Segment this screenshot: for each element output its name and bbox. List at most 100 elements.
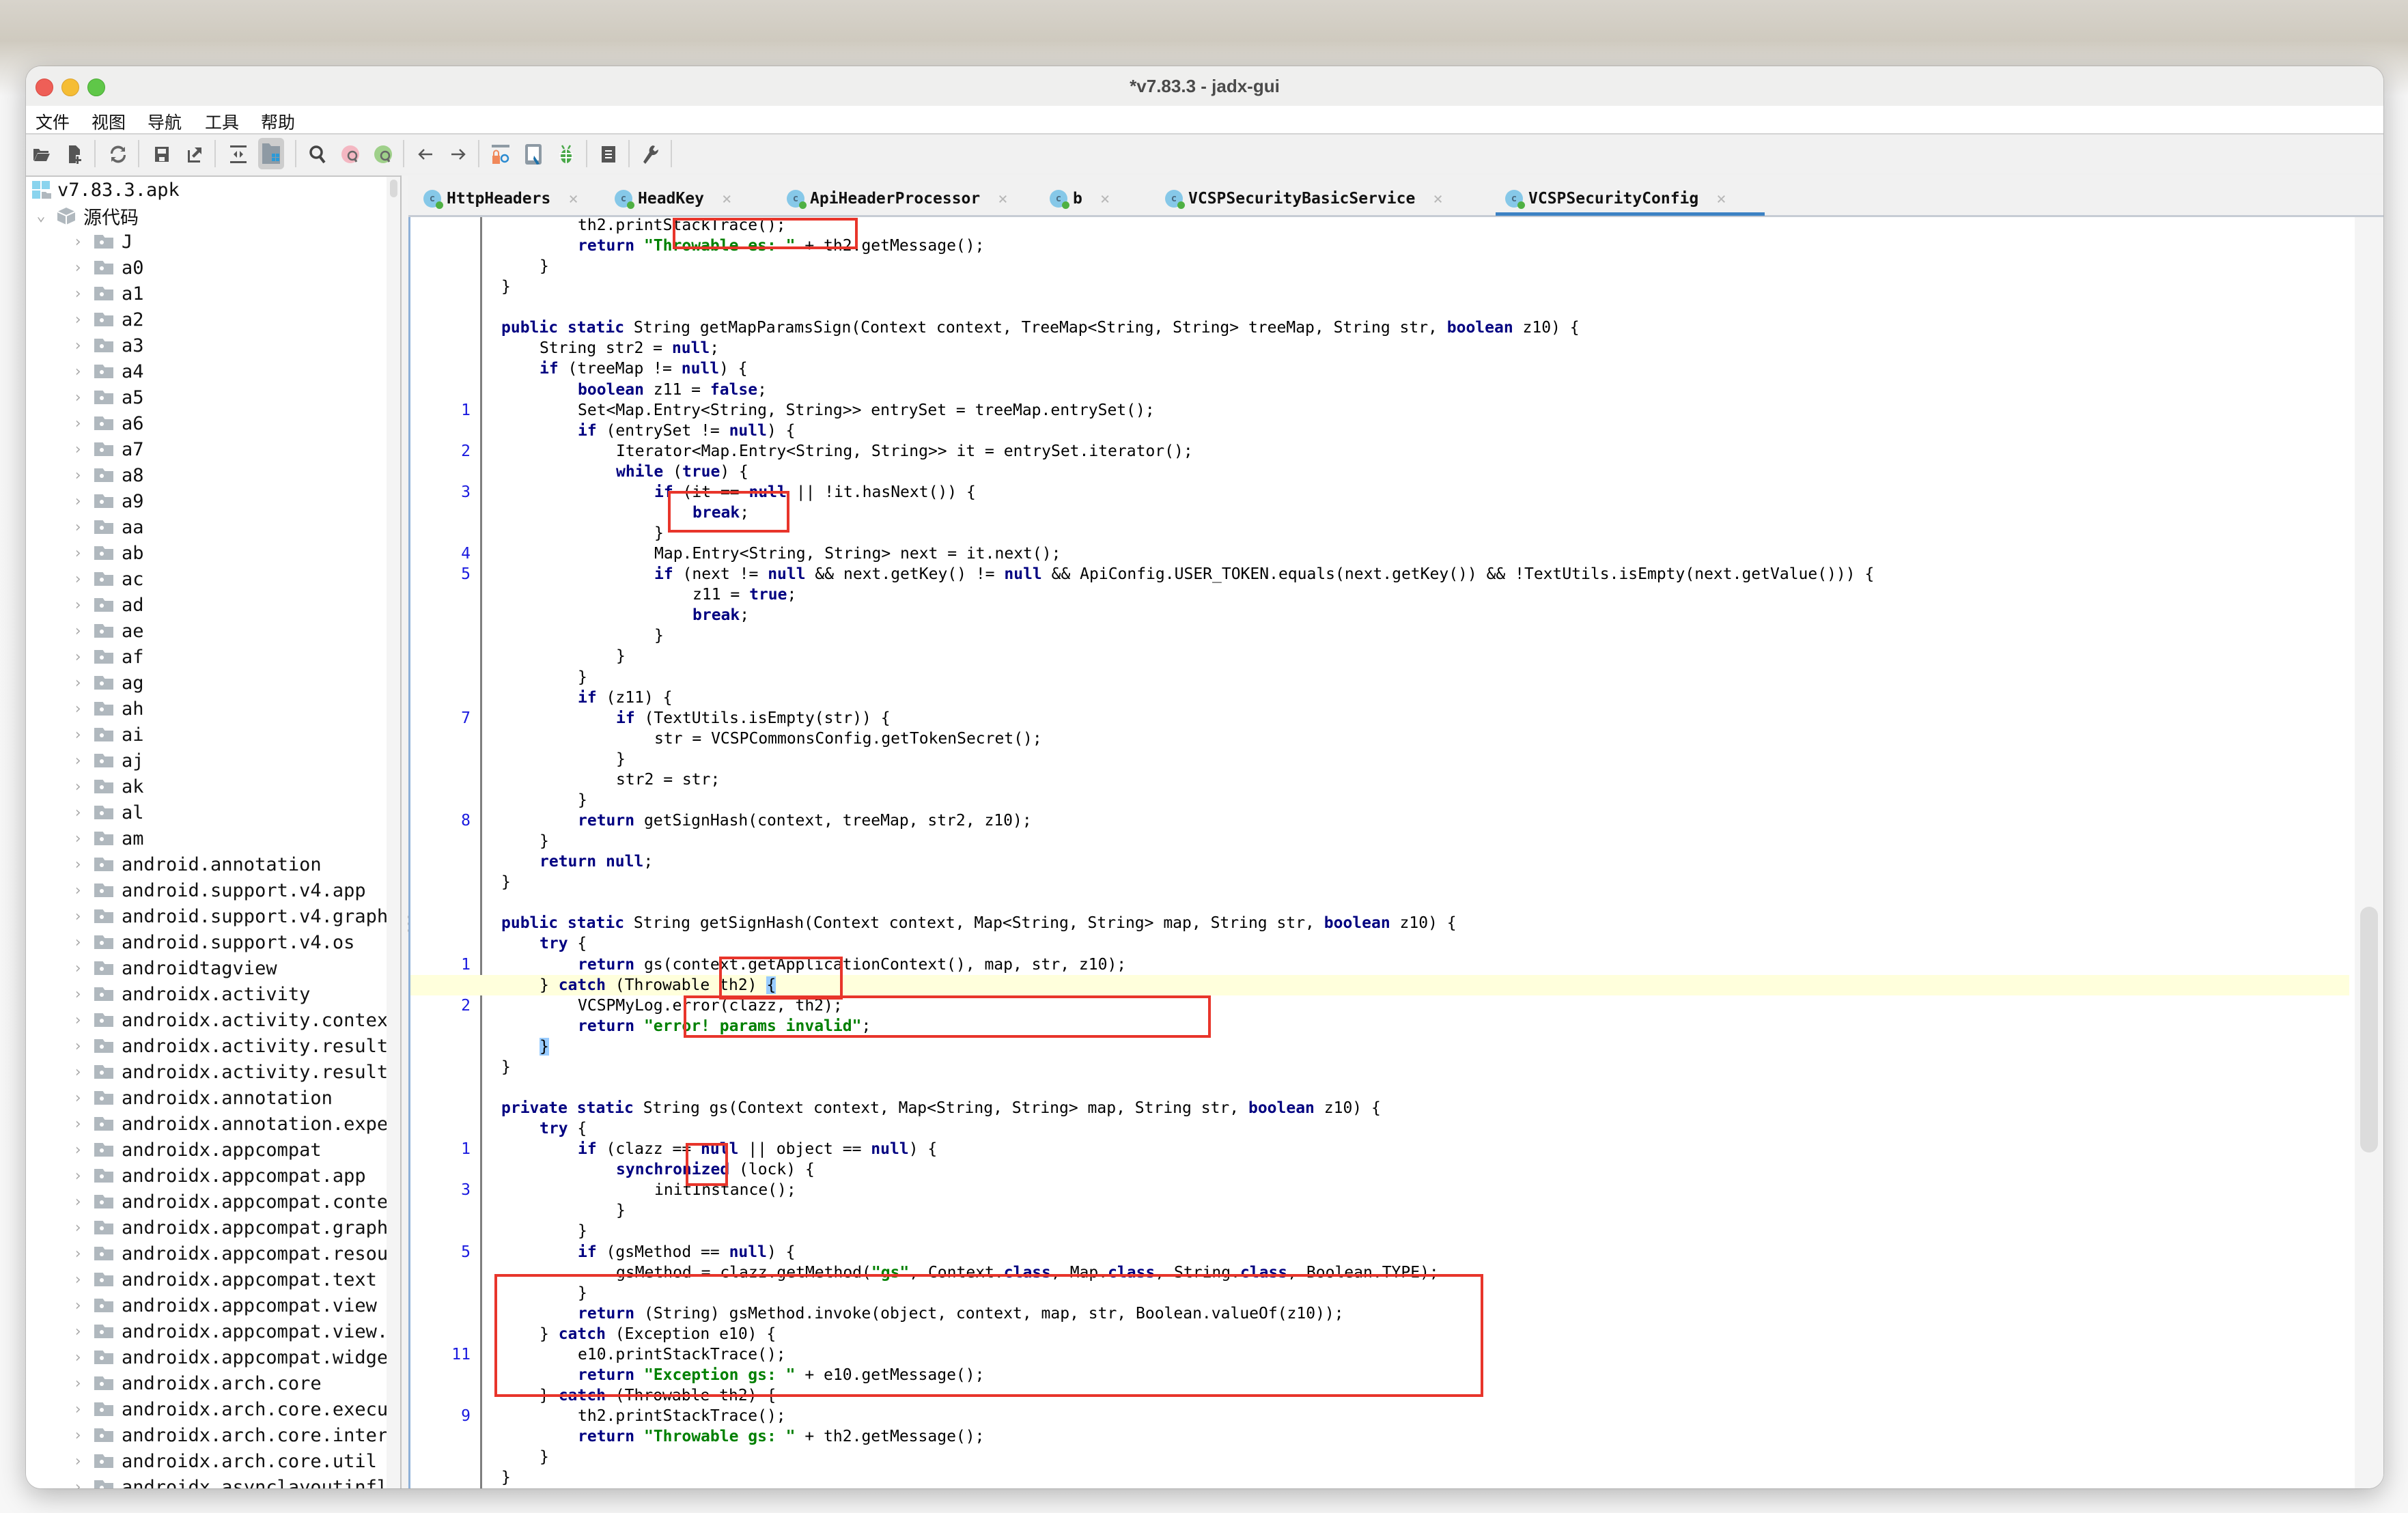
code-line[interactable]: 3 if (it == null || !it.hasNext()) { bbox=[410, 482, 2349, 503]
code-line[interactable]: } bbox=[410, 749, 2349, 769]
code-line[interactable]: } bbox=[410, 1057, 2349, 1077]
tree-scrollbar[interactable] bbox=[387, 177, 400, 1488]
code-line[interactable]: 9 th2.printStackTrace(); bbox=[410, 1406, 2349, 1426]
code-line[interactable]: 1 return gs(context.getApplicationContext… bbox=[410, 955, 2349, 975]
tree-package-item[interactable]: › af bbox=[68, 644, 143, 670]
tab-apiheaderprocessor[interactable]: c ApiHeaderProcessor × bbox=[787, 185, 1008, 212]
tab-httpheaders[interactable]: c HttpHeaders × bbox=[423, 185, 578, 212]
menu-view[interactable]: 视图 bbox=[92, 109, 126, 134]
chevron-right-icon[interactable]: › bbox=[68, 1323, 87, 1340]
code-line[interactable] bbox=[410, 1077, 2349, 1098]
tree-package-item[interactable]: › androidx.appcompat.text bbox=[68, 1267, 377, 1292]
chevron-right-icon[interactable]: › bbox=[68, 804, 87, 821]
code-line[interactable]: 3 initInstance(); bbox=[410, 1180, 2349, 1200]
tree-package-item[interactable]: › a1 bbox=[68, 281, 143, 307]
chevron-right-icon[interactable]: › bbox=[68, 856, 87, 873]
chevron-right-icon[interactable]: › bbox=[68, 363, 87, 380]
code-line[interactable]: try { bbox=[410, 1118, 2349, 1139]
chevron-right-icon[interactable]: › bbox=[68, 726, 87, 744]
chevron-right-icon[interactable]: › bbox=[68, 1349, 87, 1366]
menu-navigation[interactable]: 导航 bbox=[148, 109, 182, 134]
chevron-right-icon[interactable]: › bbox=[68, 597, 87, 614]
code-line[interactable]: return "Exception gs: " + e10.getMessage… bbox=[410, 1365, 2349, 1385]
tree-package-item[interactable]: › al bbox=[68, 800, 143, 825]
editor-scrollbar[interactable] bbox=[2355, 217, 2383, 1488]
chevron-right-icon[interactable]: › bbox=[68, 234, 87, 251]
chevron-right-icon[interactable]: › bbox=[68, 1375, 87, 1392]
tab-close-icon[interactable]: × bbox=[998, 189, 1007, 208]
tree-package-item[interactable]: › android.annotation bbox=[68, 851, 321, 877]
tab-close-icon[interactable]: × bbox=[1716, 189, 1726, 208]
code-line[interactable]: private static String gs(Context context… bbox=[410, 1098, 2349, 1118]
code-line[interactable]: } bbox=[410, 256, 2349, 277]
code-line[interactable]: 5 if (gsMethod == null) { bbox=[410, 1242, 2349, 1262]
tab-close-icon[interactable]: × bbox=[1433, 189, 1442, 208]
code-line[interactable]: z11 = true; bbox=[410, 584, 2349, 605]
chevron-right-icon[interactable]: › bbox=[68, 1401, 87, 1418]
tree-package-item[interactable]: › a0 bbox=[68, 255, 143, 281]
chevron-down-icon[interactable]: ⌄ bbox=[31, 208, 51, 225]
chevron-right-icon[interactable]: › bbox=[68, 778, 87, 795]
code-line[interactable]: th2.printStackTrace(); bbox=[410, 217, 2349, 236]
chevron-right-icon[interactable]: › bbox=[68, 1427, 87, 1444]
code-line[interactable]: boolean z11 = false; bbox=[410, 380, 2349, 400]
chevron-right-icon[interactable]: › bbox=[68, 1090, 87, 1107]
tree-package-item[interactable]: › android.support.v4.os bbox=[68, 929, 354, 955]
tree-package-item[interactable]: › androidx.asynclayoutinflat bbox=[68, 1474, 400, 1488]
code-line[interactable]: public static String getSignHash(Context… bbox=[410, 913, 2349, 933]
code-line-current[interactable]: } catch (Throwable th2) { bbox=[410, 974, 2349, 995]
code-line[interactable]: } bbox=[410, 831, 2349, 851]
code-line[interactable]: 7 if (TextUtils.isEmpty(str)) { bbox=[410, 708, 2349, 729]
code-line[interactable]: 11 e10.printStackTrace(); bbox=[410, 1344, 2349, 1365]
tree-package-item[interactable]: › androidx.appcompat bbox=[68, 1137, 321, 1163]
tab-vcspsecurityconfig[interactable]: c VCSPSecurityConfig × bbox=[1505, 185, 1726, 212]
find-class-button[interactable] bbox=[337, 141, 363, 167]
deobfuscation-button[interactable] bbox=[488, 141, 514, 167]
flatten-packages-toggle[interactable] bbox=[258, 138, 284, 169]
menu-tools[interactable]: 工具 bbox=[205, 109, 239, 134]
menu-file[interactable]: 文件 bbox=[36, 109, 70, 134]
editor-scrollbar-thumb[interactable] bbox=[2360, 907, 2378, 1153]
tree-package-item[interactable]: › a9 bbox=[68, 488, 143, 514]
chevron-right-icon[interactable]: › bbox=[68, 519, 87, 536]
chevron-right-icon[interactable]: › bbox=[68, 493, 87, 510]
code-line[interactable]: 2 VCSPMyLog.error(clazz, th2); bbox=[410, 995, 2349, 1016]
code-line[interactable]: return "error! params invalid"; bbox=[410, 1016, 2349, 1036]
chevron-right-icon[interactable]: › bbox=[68, 1012, 87, 1029]
tree-package-item[interactable]: › androidx.appcompat.resourc bbox=[68, 1241, 400, 1267]
code-line[interactable]: } bbox=[410, 1221, 2349, 1241]
code-line[interactable]: return "Throwable es: " + th2.getMessage… bbox=[410, 236, 2349, 256]
tree-package-item[interactable]: › androidx.activity.result.c bbox=[68, 1059, 400, 1085]
chevron-right-icon[interactable]: › bbox=[68, 441, 87, 458]
code-line[interactable]: str2 = str; bbox=[410, 769, 2349, 790]
forward-button[interactable] bbox=[445, 141, 471, 167]
tree-root[interactable]: v7.83.3.apk bbox=[31, 177, 180, 203]
chevron-right-icon[interactable]: › bbox=[68, 1168, 87, 1185]
code-line[interactable]: if (z11) { bbox=[410, 688, 2349, 708]
search-button[interactable] bbox=[305, 141, 331, 167]
debugger-button[interactable] bbox=[553, 141, 579, 167]
code-line[interactable] bbox=[410, 892, 2349, 913]
tree-package-item[interactable]: › a2 bbox=[68, 307, 143, 333]
code-line[interactable]: gsMethod = clazz.getMethod("gs", Context… bbox=[410, 1262, 2349, 1283]
preferences-button[interactable] bbox=[638, 141, 664, 167]
tree-package-item[interactable]: › aj bbox=[68, 748, 143, 774]
tree-package-item[interactable]: › ac bbox=[68, 566, 143, 592]
tab-close-icon[interactable]: × bbox=[1100, 189, 1110, 208]
chevron-right-icon[interactable]: › bbox=[68, 934, 87, 951]
tree-package-item[interactable]: › ab bbox=[68, 540, 143, 566]
chevron-right-icon[interactable]: › bbox=[68, 1142, 87, 1159]
chevron-right-icon[interactable]: › bbox=[68, 623, 87, 640]
log-viewer-button[interactable] bbox=[520, 141, 546, 167]
code-line[interactable]: } bbox=[410, 1467, 2349, 1488]
code-line[interactable]: } bbox=[410, 646, 2349, 666]
chevron-right-icon[interactable]: › bbox=[68, 830, 87, 847]
code-line[interactable]: } catch (Throwable th2) { bbox=[410, 1385, 2349, 1406]
add-files-button[interactable] bbox=[61, 141, 87, 167]
code-line[interactable]: str = VCSPCommonsConfig.getTokenSecret()… bbox=[410, 729, 2349, 749]
tree-package-item[interactable]: › a3 bbox=[68, 333, 143, 358]
chevron-right-icon[interactable]: › bbox=[68, 752, 87, 769]
chevron-right-icon[interactable]: › bbox=[68, 960, 87, 977]
tree-package-item[interactable]: › androidx.appcompat.widget bbox=[68, 1344, 399, 1370]
code-line[interactable]: 4 Map.Entry<String, String> next = it.nex… bbox=[410, 543, 2349, 564]
